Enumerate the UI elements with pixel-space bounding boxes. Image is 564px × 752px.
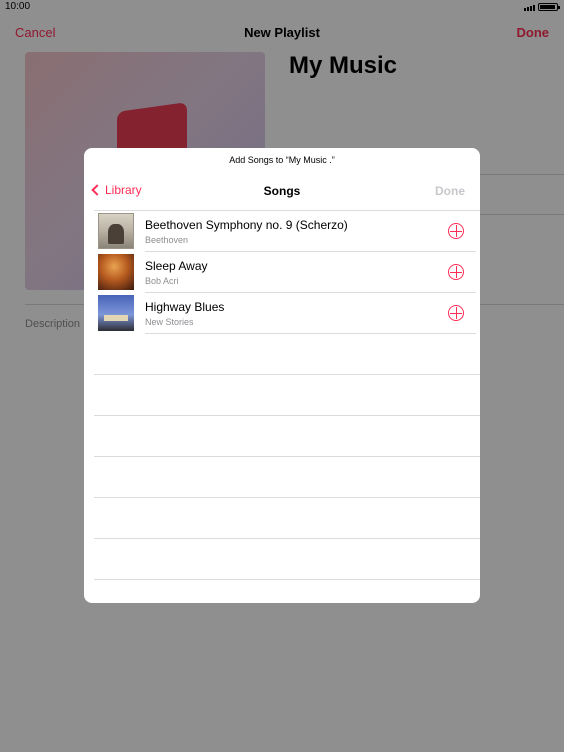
album-art bbox=[98, 295, 134, 331]
song-title: Highway Blues bbox=[145, 300, 225, 314]
empty-row-divider bbox=[94, 497, 480, 498]
song-title: Beethoven Symphony no. 9 (Scherzo) bbox=[145, 218, 348, 232]
empty-row-divider bbox=[94, 538, 480, 539]
empty-row-divider bbox=[94, 579, 480, 580]
song-artist: New Stories bbox=[145, 317, 194, 327]
modal-prompt: Add Songs to “My Music .” bbox=[229, 155, 335, 165]
row-divider bbox=[145, 333, 476, 334]
album-art bbox=[98, 213, 134, 249]
song-artist: Beethoven bbox=[145, 235, 189, 245]
modal-title: Songs bbox=[263, 184, 301, 198]
empty-row-divider bbox=[94, 456, 480, 457]
song-artist: Bob Acri bbox=[145, 276, 179, 286]
modal-done-button[interactable]: Done bbox=[435, 184, 465, 198]
add-songs-modal: Add Songs to “My Music .” Library Songs … bbox=[84, 148, 480, 603]
song-title: Sleep Away bbox=[145, 259, 208, 273]
song-row[interactable]: Sleep Away Bob Acri bbox=[84, 252, 480, 293]
song-list: Beethoven Symphony no. 9 (Scherzo) Beeth… bbox=[84, 211, 480, 334]
add-song-icon[interactable] bbox=[448, 223, 464, 239]
empty-row-divider bbox=[94, 415, 480, 416]
add-song-icon[interactable] bbox=[448, 305, 464, 321]
song-row[interactable]: Highway Blues New Stories bbox=[84, 293, 480, 334]
add-song-icon[interactable] bbox=[448, 264, 464, 280]
empty-row-divider bbox=[94, 374, 480, 375]
album-art bbox=[98, 254, 134, 290]
song-row[interactable]: Beethoven Symphony no. 9 (Scherzo) Beeth… bbox=[84, 211, 480, 252]
